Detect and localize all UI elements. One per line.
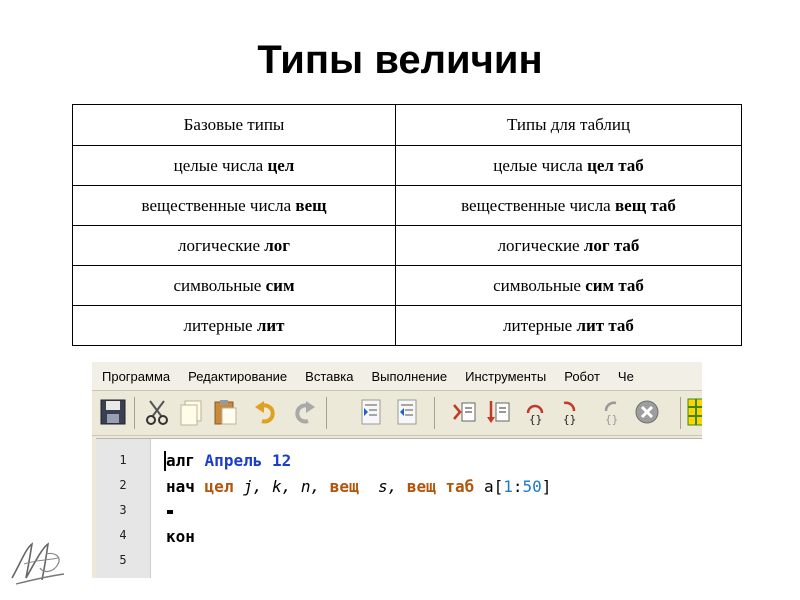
menu-program[interactable]: Программа	[92, 369, 178, 384]
keyword-alg: алг	[166, 451, 195, 470]
code-line-4[interactable]: кон	[166, 527, 195, 546]
line-number: 4	[119, 528, 127, 542]
algorithm-name: Апрель 12	[204, 451, 292, 470]
code-line-2[interactable]: нач цел j, k, n, вещ s, вещ таб a[1:50]	[166, 477, 551, 496]
code-editor[interactable]: 1 2 3 4 5 алг Апрель 12 нач цел j, k, n,…	[96, 438, 702, 578]
undo-icon[interactable]	[252, 397, 282, 427]
slide-title: Типы величин	[257, 38, 543, 82]
variables-real: s,	[377, 477, 398, 496]
step-out-icon[interactable]: {}	[554, 397, 584, 427]
menu-tools[interactable]: Инструменты	[455, 369, 554, 384]
svg-text:{}: {}	[529, 413, 542, 426]
svg-text:{}: {}	[605, 413, 618, 426]
menu-robot[interactable]: Робот	[554, 369, 608, 384]
array-name: a[	[483, 477, 504, 496]
grid-icon[interactable]	[686, 397, 702, 427]
stop-icon[interactable]	[632, 397, 662, 427]
redo-icon[interactable]	[288, 397, 318, 427]
paste-icon[interactable]	[210, 397, 240, 427]
copy-icon[interactable]	[176, 397, 206, 427]
menu-run[interactable]: Выполнение	[361, 369, 455, 384]
toolbar-separator	[326, 397, 327, 429]
base-type-cell: логические лог	[72, 225, 396, 266]
line-number: 5	[119, 553, 127, 567]
table-row: символьные сим символьные сим таб	[72, 265, 742, 306]
svg-text:{}: {}	[563, 413, 576, 426]
array-close: ]	[541, 477, 552, 496]
types-table: Базовые типы Типы для таблиц целые числа…	[72, 104, 742, 346]
indent-icon[interactable]	[356, 397, 386, 427]
table-type-cell: логические лог таб	[395, 225, 742, 266]
table-type-cell: литерные лит таб	[395, 305, 742, 346]
type-real: вещ	[329, 477, 359, 496]
base-type-cell: литерные лит	[72, 305, 396, 346]
table-row: логические лог логические лог таб	[72, 225, 742, 266]
array-upper-bound: 50	[522, 477, 542, 496]
kumir-window: Программа Редактирование Вставка Выполне…	[92, 362, 702, 578]
menu-insert[interactable]: Вставка	[295, 369, 361, 384]
array-colon: :	[512, 477, 523, 496]
step-into-icon[interactable]: {}	[520, 397, 550, 427]
save-icon[interactable]	[98, 397, 128, 427]
header-base-types: Базовые типы	[72, 104, 396, 146]
toolbar: {} {} {}	[92, 391, 702, 436]
toolbar-separator	[680, 397, 681, 429]
menu-bar: Программа Редактирование Вставка Выполне…	[92, 362, 702, 391]
monogram-logo-icon	[11, 542, 65, 585]
type-real-table: вещ таб	[406, 477, 475, 496]
line-3-marker	[167, 510, 173, 514]
unindent-icon[interactable]	[392, 397, 422, 427]
code-line-1[interactable]: алг Апрель 12	[166, 451, 291, 470]
base-type-cell: вещественные числа вещ	[72, 185, 396, 226]
array-lower-bound: 1	[503, 477, 513, 496]
toolbar-separator	[434, 397, 435, 429]
table-row: вещественные числа вещ вещественные числ…	[72, 185, 742, 226]
menu-drawer[interactable]: Че	[608, 369, 642, 384]
cut-icon[interactable]	[142, 397, 172, 427]
toolbar-separator	[134, 397, 135, 429]
keyword-end: кон	[166, 527, 195, 546]
line-number-gutter: 1 2 3 4 5	[96, 439, 151, 578]
line-number: 2	[119, 478, 127, 492]
line-number: 3	[119, 503, 127, 517]
table-type-cell: целые числа цел таб	[395, 145, 742, 186]
table-type-cell: вещественные числа вещ таб	[395, 185, 742, 226]
variables-int: j, k, n,	[243, 477, 321, 496]
table-type-cell: символьные сим таб	[395, 265, 742, 306]
step-back-icon[interactable]: {}	[596, 397, 626, 427]
step-icon[interactable]	[484, 397, 514, 427]
base-type-cell: символьные сим	[72, 265, 396, 306]
run-icon[interactable]	[450, 397, 480, 427]
menu-edit[interactable]: Редактирование	[178, 369, 295, 384]
table-header-row: Базовые типы Типы для таблиц	[72, 104, 742, 146]
line-number: 1	[119, 453, 127, 467]
table-row: целые числа цел целые числа цел таб	[72, 145, 742, 186]
base-type-cell: целые числа цел	[72, 145, 396, 186]
keyword-begin: нач	[166, 477, 195, 496]
type-int: цел	[204, 477, 234, 496]
table-row: литерные лит литерные лит таб	[72, 305, 742, 346]
header-table-types: Типы для таблиц	[395, 104, 742, 146]
